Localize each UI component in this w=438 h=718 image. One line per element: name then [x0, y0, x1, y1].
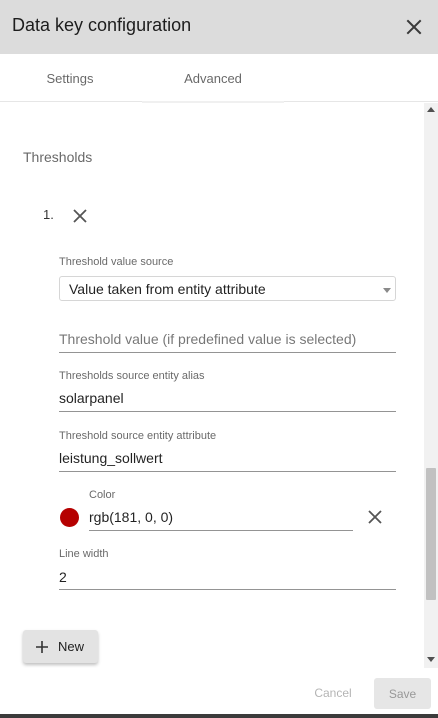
dropdown-arrow-icon: [383, 288, 391, 293]
entity-attribute-label: Threshold source entity attribute: [59, 430, 217, 442]
threshold-value-underline: [59, 352, 396, 353]
bottom-edge: [0, 714, 438, 718]
value-source-select[interactable]: Value taken from entity attribute: [59, 276, 396, 301]
dialog-toolbar: Data key configuration: [0, 0, 438, 54]
entity-alias-value: solarpanel: [59, 390, 124, 406]
threshold-index: 1.: [43, 207, 54, 222]
line-width-value: 2: [59, 569, 67, 585]
dialog-actions: Cancel Save: [0, 668, 438, 718]
dialog-title: Data key configuration: [12, 15, 192, 35]
add-threshold-button[interactable]: New: [23, 630, 98, 663]
line-width-underline: [59, 589, 396, 590]
advanced-content: Thresholds 1. Threshold value source Val…: [0, 103, 438, 668]
entity-attribute-value: leistung_sollwert: [59, 450, 163, 466]
scroll-up-arrow-icon[interactable]: [427, 107, 435, 112]
entity-alias-label: Thresholds source entity alias: [59, 370, 205, 382]
tab-bar: Settings Advanced: [0, 54, 438, 103]
plus-icon: [36, 640, 48, 653]
cancel-button[interactable]: Cancel: [303, 678, 363, 708]
thresholds-title: Thresholds: [23, 149, 93, 165]
remove-threshold-button[interactable]: [70, 206, 90, 226]
color-swatch[interactable]: [60, 508, 79, 527]
value-source-selected: Value taken from entity attribute: [69, 281, 266, 297]
threshold-value-placeholder: Threshold value (if predefined value is …: [59, 331, 357, 347]
color-label: Color: [89, 489, 116, 501]
tab-advanced[interactable]: Advanced: [142, 54, 284, 103]
close-icon: [73, 209, 87, 223]
content-scrollbar[interactable]: [424, 103, 438, 668]
line-width-label: Line width: [59, 548, 109, 560]
data-key-config-dialog: Data key configuration Settings Advanced…: [0, 0, 438, 718]
entity-attribute-underline: [59, 471, 396, 472]
scrollbar-thumb[interactable]: [426, 468, 436, 600]
value-source-label: Threshold value source: [59, 256, 174, 268]
save-button[interactable]: Save: [374, 678, 431, 709]
entity-alias-underline: [59, 411, 396, 412]
clear-color-button[interactable]: [366, 508, 384, 526]
scroll-down-arrow-icon[interactable]: [427, 657, 435, 662]
color-underline: [89, 530, 353, 531]
close-icon: [406, 19, 422, 35]
close-icon: [368, 510, 382, 524]
color-value: rgb(181, 0, 0): [89, 509, 174, 525]
close-button[interactable]: [400, 13, 428, 41]
tab-settings[interactable]: Settings: [0, 54, 140, 102]
add-threshold-label: New: [58, 639, 85, 654]
